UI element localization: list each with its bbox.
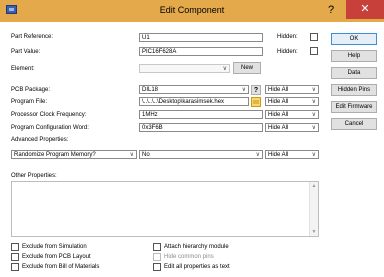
advanced-visibility-value: Hide All [268, 152, 289, 158]
clock-frequency-visibility-value: Hide All [268, 112, 289, 118]
config-word-input[interactable]: 0x3F6B [139, 123, 263, 132]
chevron-down-icon: ∨ [255, 152, 260, 158]
hide-common-pins-checkbox[interactable] [153, 253, 161, 261]
close-icon[interactable]: ✕ [346, 0, 384, 19]
exclude-pcb-checkbox[interactable] [11, 253, 19, 261]
exclude-simulation-checkbox[interactable] [11, 243, 19, 251]
scroll-down-icon[interactable]: ▼ [310, 229, 318, 235]
chevron-down-icon: ∨ [311, 87, 316, 93]
other-properties-textarea[interactable]: ▲ ▼ [11, 181, 319, 237]
part-value-hidden-label: Hidden: [277, 49, 298, 55]
part-value-label: Part Value: [11, 49, 41, 55]
folder-icon[interactable] [251, 97, 261, 107]
advanced-property-select[interactable]: Randomize Program Memory? ∨ [11, 150, 137, 159]
advanced-visibility-select[interactable]: Hide All ∨ [265, 150, 319, 159]
pcb-package-help-button[interactable]: ? [251, 85, 261, 95]
new-element-button[interactable]: New [233, 62, 261, 74]
program-file-input[interactable]: \..\..\..\Desktop\karasimsek.hex [139, 97, 249, 106]
clock-frequency-input[interactable]: 1MHz [139, 110, 263, 119]
exclude-pcb-label: Exclude from PCB Layout [22, 254, 91, 260]
chevron-down-icon: ∨ [241, 87, 246, 93]
pcb-package-select[interactable]: DIL18 ∨ [139, 85, 249, 94]
attach-hierarchy-label: Attach hierarchy module [164, 244, 229, 250]
chevron-down-icon: ∨ [311, 152, 316, 158]
program-file-visibility-select[interactable]: Hide All ∨ [265, 97, 319, 106]
scroll-up-icon[interactable]: ▲ [310, 183, 318, 189]
config-word-label: Program Configuration Word: [11, 125, 89, 131]
part-reference-label: Part Reference: [11, 34, 54, 40]
part-value-input[interactable]: PIC16F628A [139, 47, 263, 56]
program-file-visibility-value: Hide All [268, 99, 289, 105]
chevron-down-icon: ∨ [129, 152, 134, 158]
chevron-down-icon: ∨ [222, 66, 227, 72]
help-button[interactable]: Help [331, 50, 377, 62]
element-select[interactable]: ∨ [139, 64, 230, 73]
clock-frequency-label: Processor Clock Frequency: [11, 112, 87, 118]
chevron-down-icon: ∨ [311, 125, 316, 131]
advanced-property-value-select[interactable]: No ∨ [139, 150, 263, 159]
program-file-label: Program File: [11, 99, 48, 105]
scrollbar[interactable]: ▲ ▼ [309, 182, 318, 236]
pcb-package-visibility-value: Hide All [268, 87, 289, 93]
advanced-property-value: No [142, 152, 150, 158]
part-value-hidden-checkbox[interactable] [310, 47, 318, 55]
exclude-simulation-label: Exclude from Simulation [22, 244, 87, 250]
hidden-pins-button[interactable]: Hidden Pins [331, 84, 377, 96]
attach-hierarchy-checkbox[interactable] [153, 243, 161, 251]
pcb-package-label: PCB Package: [11, 87, 51, 93]
part-reference-hidden-label: Hidden: [277, 34, 298, 40]
hide-common-pins-label: Hide common pins [164, 254, 214, 260]
edit-all-text-checkbox[interactable] [153, 263, 161, 271]
clock-frequency-visibility-select[interactable]: Hide All ∨ [265, 110, 319, 119]
help-icon[interactable]: ? [318, 0, 344, 20]
chevron-down-icon: ∨ [311, 99, 316, 105]
advanced-properties-label: Advanced Properties: [11, 137, 69, 143]
exclude-bom-checkbox[interactable] [11, 263, 19, 271]
advanced-property-name: Randomize Program Memory? [14, 152, 96, 158]
edit-firmware-button[interactable]: Edit Firmware [331, 101, 377, 113]
chevron-down-icon: ∨ [311, 112, 316, 118]
part-reference-input[interactable]: U1 [139, 33, 263, 42]
pcb-package-value: DIL18 [142, 87, 159, 93]
title-bar: Edit Component ? ✕ [0, 0, 384, 22]
element-label: Element: [11, 66, 35, 72]
pcb-package-visibility-select[interactable]: Hide All ∨ [265, 85, 319, 94]
part-reference-hidden-checkbox[interactable] [310, 33, 318, 41]
cancel-button[interactable]: Cancel [331, 118, 377, 130]
data-button[interactable]: Data [331, 67, 377, 79]
edit-all-text-label: Edit all properties as text [164, 264, 230, 270]
other-properties-label: Other Properties: [11, 173, 57, 179]
ok-button[interactable]: OK [331, 33, 377, 45]
config-word-visibility-select[interactable]: Hide All ∨ [265, 123, 319, 132]
config-word-visibility-value: Hide All [268, 125, 289, 131]
exclude-bom-label: Exclude from Bill of Materials [22, 264, 100, 270]
